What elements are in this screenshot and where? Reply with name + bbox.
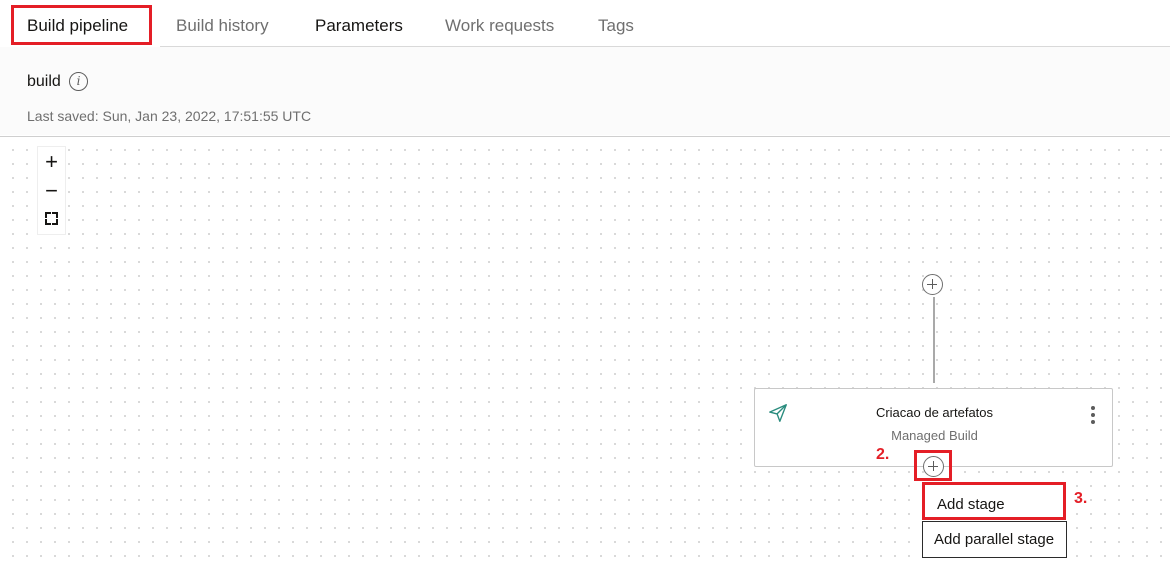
fit-screen-icon [45,212,58,225]
tab-parameters[interactable]: Parameters [315,16,403,36]
stage-type: Managed Build [891,428,978,443]
tab-work-requests[interactable]: Work requests [445,16,554,36]
info-icon[interactable]: i [69,72,88,91]
last-saved-text: Last saved: Sun, Jan 23, 2022, 17:51:55 … [27,108,312,124]
zoom-in-button[interactable]: + [38,147,65,176]
zoom-controls: + − [37,146,66,235]
tab-build-pipeline[interactable]: Build pipeline [27,16,128,36]
fit-to-screen-button[interactable] [38,205,65,234]
stage-connector [933,297,935,383]
tab-tags[interactable]: Tags [598,16,634,36]
pipeline-name: build [27,73,61,90]
tab-build-history[interactable]: Build history [176,16,269,36]
zoom-out-button[interactable]: − [38,176,65,205]
stage-name: Criacao de artefatos [875,405,994,420]
add-stage-top-icon[interactable] [922,274,943,295]
annotation-step-3: 3. [1074,490,1088,507]
annotation-step-2: 2. [876,446,890,463]
more-actions-icon[interactable] [1083,403,1103,427]
add-stage-below-icon[interactable] [923,456,944,477]
menu-add-stage[interactable]: Add stage [922,482,1066,520]
tab-bar: Build pipeline Build history Parameters … [0,0,1170,47]
menu-add-parallel-stage[interactable]: Add parallel stage [922,521,1067,558]
